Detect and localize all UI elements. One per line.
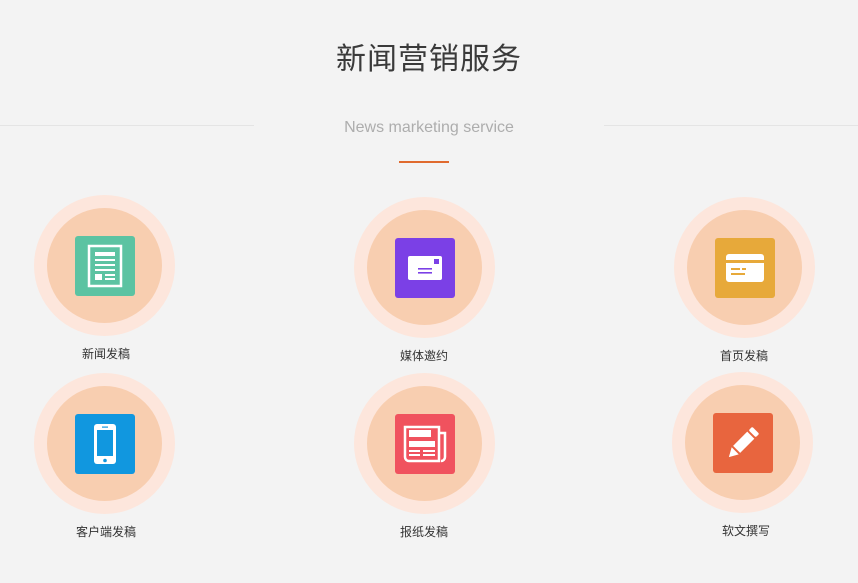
service-item-article-writing[interactable]: 软文撰写 xyxy=(652,372,832,538)
service-label: 新闻发稿 xyxy=(81,347,130,361)
card-icon xyxy=(715,238,775,298)
icon-circle xyxy=(34,195,175,336)
service-item-newspaper-release[interactable]: 报纸发稿 xyxy=(334,373,514,539)
service-label: 软文撰写 xyxy=(721,524,770,538)
icon-circle xyxy=(674,197,815,338)
subtitle-box: News marketing service xyxy=(254,112,604,143)
newspaper-icon xyxy=(395,414,455,474)
icon-circle xyxy=(672,372,813,513)
document-icon xyxy=(75,236,135,296)
page-subtitle: News marketing service xyxy=(344,119,514,136)
service-label: 报纸发稿 xyxy=(399,525,448,539)
icon-circle xyxy=(34,373,175,514)
service-label: 媒体邀约 xyxy=(399,349,448,363)
service-label: 客户端发稿 xyxy=(75,525,136,539)
accent-bar xyxy=(399,161,449,163)
mobile-phone-icon xyxy=(75,414,135,474)
service-item-client-release[interactable]: 客户端发稿 xyxy=(14,373,194,539)
icon-circle xyxy=(354,373,495,514)
pencil-icon xyxy=(713,413,773,473)
service-item-media-invitation[interactable]: 媒体邀约 xyxy=(334,197,514,363)
page-title: 新闻营销服务 xyxy=(336,42,522,77)
service-item-homepage-release[interactable]: 首页发稿 xyxy=(654,197,834,363)
icon-circle xyxy=(354,197,495,338)
envelope-icon xyxy=(395,238,455,298)
service-item-news-release[interactable]: 新闻发稿 xyxy=(14,195,194,361)
service-label: 首页发稿 xyxy=(719,349,768,363)
